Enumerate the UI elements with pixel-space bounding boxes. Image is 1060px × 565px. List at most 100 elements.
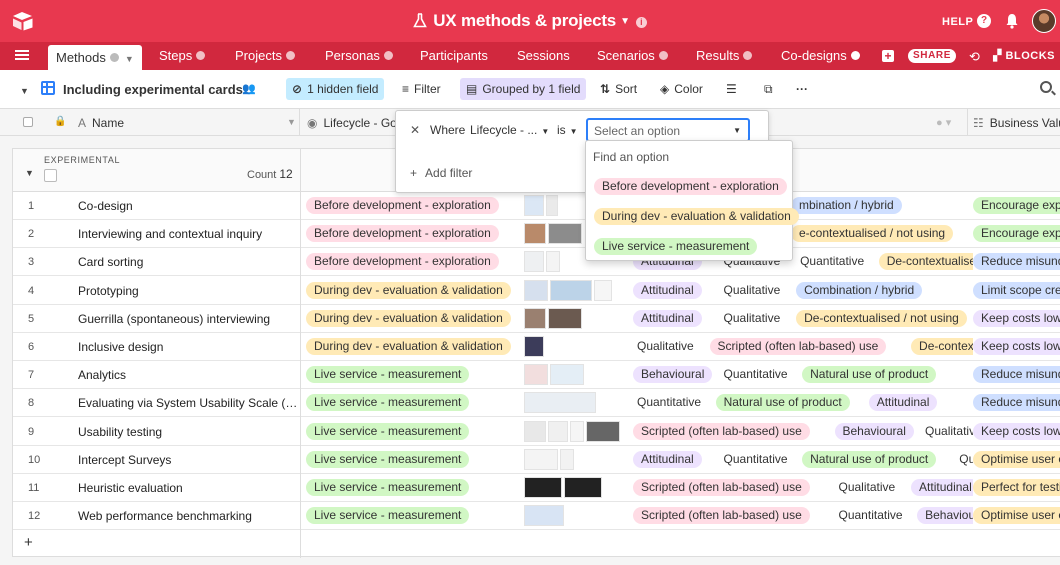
record-name-cell[interactable]: Interviewing and contextual inquiry bbox=[78, 227, 298, 241]
filter-option[interactable]: Live service - measurement bbox=[594, 238, 758, 255]
lifecycle-tag[interactable]: Live service - measurement bbox=[306, 366, 470, 384]
chevron-down-icon[interactable]: ▼ bbox=[287, 117, 296, 127]
filter-option[interactable]: Before development - exploration bbox=[594, 178, 787, 195]
select-all-checkbox[interactable] bbox=[23, 117, 33, 127]
attachment-thumbnail[interactable] bbox=[546, 195, 558, 216]
lifecycle-tag[interactable]: During dev - evaluation & validation bbox=[306, 281, 511, 299]
attachment-thumbnail[interactable] bbox=[546, 251, 560, 273]
table-row[interactable]: 4 Prototyping During dev - evaluation & va… bbox=[13, 277, 1060, 305]
record-name-cell[interactable]: Guerrilla (spontaneous) interviewing bbox=[78, 312, 298, 326]
tab-methods[interactable]: Methods ▼ bbox=[48, 45, 142, 70]
table-row[interactable]: 6 Inclusive design During dev - evaluation… bbox=[13, 333, 1060, 361]
tab-results[interactable]: Results bbox=[696, 42, 753, 70]
attachment-thumbnail[interactable] bbox=[548, 223, 582, 245]
tab-projects[interactable]: Projects bbox=[235, 42, 295, 70]
group-button[interactable]: ▤ Grouped by 1 field bbox=[460, 78, 587, 100]
table-row[interactable]: 1 Co-design Before development - explorati… bbox=[13, 192, 1060, 220]
record-name-cell[interactable]: Prototyping bbox=[78, 284, 298, 298]
row-height-icon[interactable]: ☰ bbox=[720, 78, 743, 100]
business-value-cell[interactable]: Optimise user e bbox=[971, 502, 1060, 530]
method-attributes-cell[interactable]: Qualitative Scripted (often lab-based) us… bbox=[633, 333, 973, 361]
business-value-cell[interactable]: Optimise user e bbox=[971, 446, 1060, 474]
lifecycle-tag[interactable]: Before development - exploration bbox=[306, 197, 499, 214]
attachment-thumbnail[interactable] bbox=[548, 307, 582, 329]
attachment-thumbnail[interactable] bbox=[524, 223, 546, 245]
attachment-thumbnail[interactable] bbox=[524, 392, 596, 414]
attachment-thumbnail[interactable] bbox=[524, 477, 562, 498]
attachment-thumbnail[interactable] bbox=[560, 448, 574, 470]
help-button[interactable]: HELP bbox=[942, 16, 973, 28]
lifecycle-tag[interactable]: Live service - measurement bbox=[306, 507, 470, 525]
find-option-input[interactable]: Find an option bbox=[593, 150, 669, 164]
lifecycle-tag[interactable]: Live service - measurement bbox=[306, 450, 470, 468]
filter-button[interactable]: ≡ Filter bbox=[396, 78, 447, 100]
record-name-cell[interactable]: Usability testing bbox=[78, 425, 298, 439]
business-value-cell[interactable]: Encourage expe bbox=[971, 220, 1060, 248]
sort-button[interactable]: ⇅ Sort bbox=[594, 78, 643, 100]
record-name-cell[interactable]: Analytics bbox=[78, 368, 298, 382]
business-value-cell[interactable]: Perfect for testi bbox=[971, 474, 1060, 502]
attachment-thumbnail[interactable] bbox=[524, 505, 564, 527]
record-name-cell[interactable]: Evaluating via System Usability Scale (S… bbox=[78, 396, 298, 410]
share-view-icon[interactable]: ⧉ bbox=[758, 78, 779, 100]
attachment-thumbnail[interactable] bbox=[586, 420, 620, 442]
tab-personas[interactable]: Personas bbox=[325, 42, 393, 70]
record-name-cell[interactable]: Heuristic evaluation bbox=[78, 481, 298, 495]
business-value-cell[interactable]: Keep costs low bbox=[971, 305, 1060, 333]
method-attributes-cell[interactable]: Scripted (often lab-based) use Behavioura… bbox=[633, 418, 973, 446]
method-attributes-cell[interactable]: Attitudinal Quantitative Natural use of pr… bbox=[633, 446, 973, 474]
lifecycle-tag[interactable]: During dev - evaluation & validation bbox=[306, 309, 511, 327]
view-name[interactable]: Including experimental cards bbox=[63, 82, 243, 97]
business-value-cell[interactable]: Keep costs low bbox=[971, 333, 1060, 361]
table-row[interactable]: 5 Guerrilla (spontaneous) interviewing Dur… bbox=[13, 305, 1060, 333]
table-row[interactable]: 9 Usability testing Live service - measure… bbox=[13, 418, 1060, 446]
filter-operator-select[interactable]: is ▼ bbox=[557, 123, 578, 137]
user-avatar[interactable] bbox=[1032, 9, 1056, 33]
attachment-thumbnail[interactable] bbox=[524, 364, 548, 386]
table-row[interactable]: 12 Web performance benchmarking Live servi… bbox=[13, 502, 1060, 531]
attachment-thumbnail[interactable] bbox=[524, 307, 546, 329]
more-options-button[interactable]: ··· bbox=[790, 78, 814, 100]
record-name-cell[interactable]: Web performance benchmarking bbox=[78, 509, 298, 523]
lifecycle-tag[interactable]: Before development - exploration bbox=[306, 253, 499, 271]
method-attributes-cell[interactable]: Behavioural Quantitative Natural use of pr… bbox=[633, 361, 973, 389]
lifecycle-tag[interactable]: Before development - exploration bbox=[306, 225, 499, 243]
tab-participants[interactable]: Participants bbox=[420, 42, 488, 70]
attachment-thumbnail[interactable] bbox=[524, 251, 544, 273]
search-icon[interactable] bbox=[1040, 81, 1052, 93]
record-name-cell[interactable]: Inclusive design bbox=[78, 340, 298, 354]
business-value-cell[interactable]: Limit scope cree bbox=[971, 277, 1060, 305]
attachment-thumbnail[interactable] bbox=[524, 279, 548, 301]
tab-steps[interactable]: Steps bbox=[159, 42, 206, 70]
tab-sessions[interactable]: Sessions bbox=[517, 42, 570, 70]
filter-value-select[interactable]: Select an option ▼ bbox=[586, 118, 750, 142]
attachment-thumbnail[interactable] bbox=[548, 420, 568, 442]
lifecycle-tag[interactable]: Live service - measurement bbox=[306, 479, 470, 496]
tab-scenarios[interactable]: Scenarios bbox=[597, 42, 668, 70]
info-icon[interactable]: i bbox=[635, 17, 647, 28]
table-row[interactable]: 11 Heuristic evaluation Live service - mea… bbox=[13, 474, 1060, 502]
lifecycle-tag[interactable]: Live service - measurement bbox=[306, 422, 470, 440]
attachment-thumbnail[interactable] bbox=[524, 195, 544, 216]
table-row[interactable]: 7 Analytics Live service - measurement Beha… bbox=[13, 361, 1060, 390]
help-icon[interactable]: ? bbox=[977, 14, 991, 28]
column-header-lifecycle[interactable]: ◉ Lifecycle - Goa bbox=[307, 116, 404, 130]
bell-icon[interactable] bbox=[1005, 13, 1019, 29]
filter-field-select[interactable]: Lifecycle - ... ▼ bbox=[470, 123, 549, 137]
history-icon[interactable]: ⟲ bbox=[969, 49, 980, 65]
attachment-thumbnail[interactable] bbox=[524, 336, 544, 357]
attachment-thumbnail[interactable] bbox=[594, 279, 612, 301]
remove-filter-icon[interactable]: ✕ bbox=[410, 123, 420, 137]
color-button[interactable]: ◈ Color bbox=[654, 78, 709, 100]
business-value-cell[interactable]: Reduce misunde bbox=[971, 389, 1060, 417]
add-record-button[interactable]: + bbox=[13, 530, 1060, 558]
base-title[interactable]: UX methods & projects ▼ i bbox=[0, 11, 1060, 31]
table-row[interactable]: 10 Intercept Surveys Live service - measur… bbox=[13, 446, 1060, 474]
attachment-thumbnail[interactable] bbox=[550, 279, 592, 301]
lifecycle-tag[interactable]: During dev - evaluation & validation bbox=[306, 338, 511, 355]
method-attributes-cell[interactable]: Scripted (often lab-based) use Quantitati… bbox=[633, 502, 973, 530]
business-value-cell[interactable]: Reduce misunde bbox=[971, 361, 1060, 389]
attachment-thumbnail[interactable] bbox=[550, 364, 584, 386]
column-header-business-value[interactable]: ☷ Business Valu bbox=[973, 116, 1060, 130]
business-value-cell[interactable]: Reduce misunde bbox=[971, 248, 1060, 276]
